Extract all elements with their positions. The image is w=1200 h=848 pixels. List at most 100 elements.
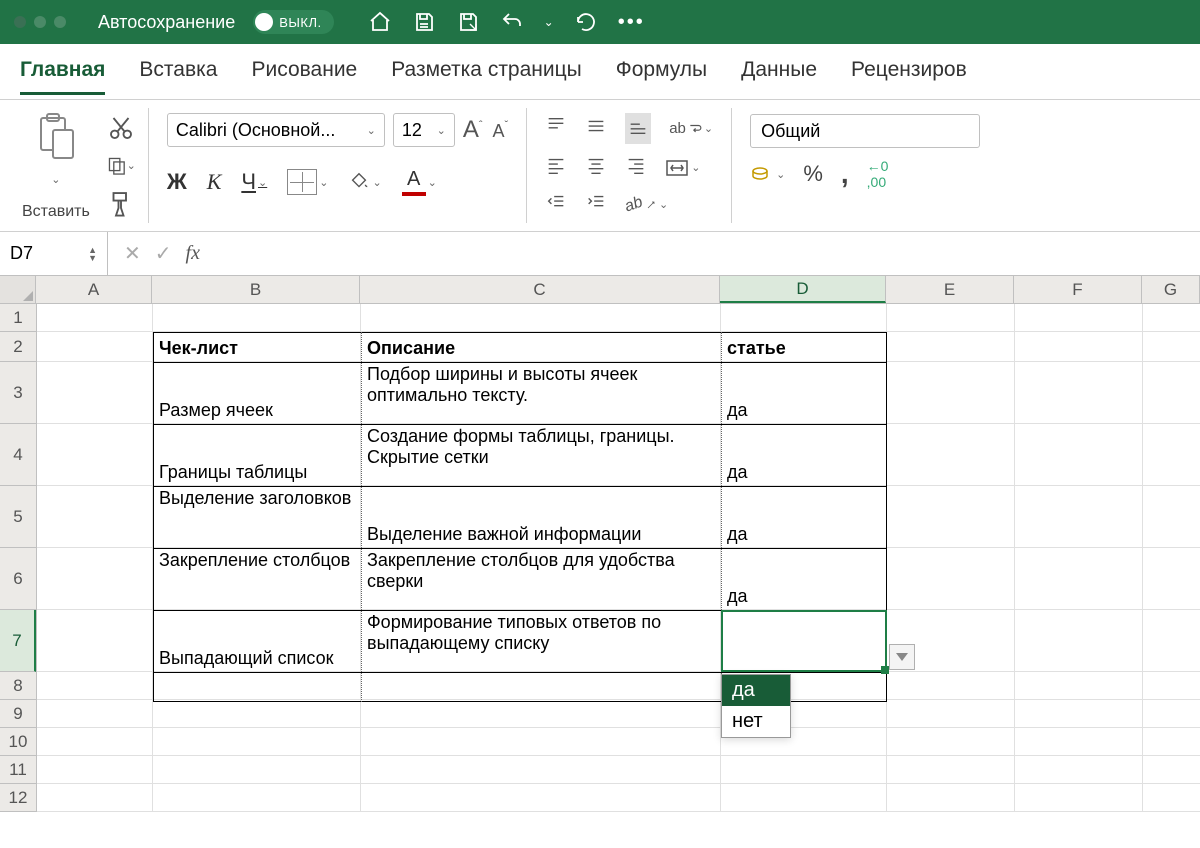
dropdown-option[interactable]: да <box>722 675 790 706</box>
tab-formulas[interactable]: Формулы <box>616 58 707 92</box>
redo-icon[interactable] <box>574 10 598 34</box>
home-icon[interactable] <box>368 10 392 34</box>
cell[interactable] <box>37 548 153 609</box>
align-right-icon[interactable] <box>625 154 647 181</box>
row-header-2[interactable]: 2 <box>0 332 36 362</box>
align-top-icon[interactable] <box>545 115 567 142</box>
cell-dropdown-button[interactable] <box>889 644 915 670</box>
row-header-9[interactable]: 9 <box>0 700 36 728</box>
cell[interactable] <box>887 728 1015 755</box>
format-painter-icon[interactable] <box>106 190 136 216</box>
cell[interactable] <box>361 728 721 755</box>
font-color-button[interactable]: A ⌄ <box>402 168 437 196</box>
cell[interactable] <box>37 332 153 361</box>
cell[interactable] <box>1143 548 1200 609</box>
tab-draw[interactable]: Рисование <box>251 58 357 92</box>
cell[interactable] <box>37 486 153 547</box>
cell[interactable] <box>1015 728 1143 755</box>
row-header-10[interactable]: 10 <box>0 728 36 756</box>
cell[interactable] <box>1143 672 1200 699</box>
cell[interactable] <box>887 362 1015 423</box>
increase-indent-icon[interactable] <box>585 191 607 218</box>
cell[interactable] <box>1015 424 1143 485</box>
fill-handle[interactable] <box>881 666 889 674</box>
col-header-g[interactable]: G <box>1142 276 1200 303</box>
copy-icon[interactable]: ⌄ <box>106 152 136 178</box>
cancel-formula-icon[interactable]: ✕ <box>124 241 141 266</box>
tab-insert[interactable]: Вставка <box>139 58 217 92</box>
fill-color-button[interactable]: ⌄ <box>348 171 381 193</box>
col-header-b[interactable]: B <box>152 276 360 303</box>
cell[interactable] <box>1015 362 1143 423</box>
cell[interactable] <box>1143 700 1200 727</box>
col-header-c[interactable]: C <box>360 276 720 303</box>
tab-review[interactable]: Рецензиров <box>851 58 967 92</box>
increase-decimal-button[interactable]: ←0,00 <box>867 158 889 190</box>
cell[interactable] <box>1015 304 1143 331</box>
cell[interactable] <box>37 728 153 755</box>
italic-button[interactable]: К <box>207 169 222 195</box>
cell[interactable] <box>1015 784 1143 811</box>
cell[interactable] <box>1015 486 1143 547</box>
formula-input[interactable] <box>216 232 1200 275</box>
cell[interactable] <box>153 784 361 811</box>
tab-page-layout[interactable]: Разметка страницы <box>391 58 582 92</box>
row-header-4[interactable]: 4 <box>0 424 36 486</box>
cell[interactable] <box>1143 610 1200 671</box>
cell[interactable] <box>721 304 887 331</box>
cell[interactable] <box>1143 362 1200 423</box>
minimize-window-button[interactable] <box>34 16 46 28</box>
cell[interactable] <box>1143 486 1200 547</box>
col-header-d[interactable]: D <box>720 276 886 303</box>
cell[interactable] <box>361 304 721 331</box>
cell[interactable] <box>887 700 1015 727</box>
more-commands-icon[interactable]: ••• <box>618 11 645 34</box>
cell[interactable] <box>887 756 1015 783</box>
decrease-indent-icon[interactable] <box>545 191 567 218</box>
cell[interactable] <box>1015 548 1143 609</box>
orientation-button[interactable]: ab⌄ <box>625 196 668 214</box>
cell[interactable] <box>153 700 361 727</box>
font-name-select[interactable]: Calibri (Основной...⌄ <box>167 113 385 147</box>
percent-button[interactable]: % <box>803 161 823 187</box>
cell[interactable] <box>37 672 153 699</box>
decrease-font-icon[interactable]: Aˇ <box>493 117 509 143</box>
row-header-5[interactable]: 5 <box>0 486 36 548</box>
cell[interactable] <box>887 424 1015 485</box>
cell[interactable] <box>1143 728 1200 755</box>
currency-button[interactable]: ⌄ <box>750 164 785 184</box>
undo-icon[interactable] <box>500 10 524 34</box>
cell[interactable] <box>721 756 887 783</box>
row-header-7[interactable]: 7 <box>0 610 36 672</box>
save-as-icon[interactable] <box>456 10 480 34</box>
comma-button[interactable]: , <box>841 158 849 190</box>
cells-area[interactable]: Чек-листОписаниеОписано в статье Размер … <box>37 304 1200 812</box>
cell[interactable] <box>153 756 361 783</box>
cell[interactable] <box>887 304 1015 331</box>
dropdown-option[interactable]: нет <box>722 706 790 737</box>
cell[interactable] <box>37 424 153 485</box>
cell[interactable] <box>361 756 721 783</box>
underline-button[interactable]: Ч ⌄ <box>241 169 267 195</box>
cell[interactable] <box>887 486 1015 547</box>
cell[interactable] <box>1143 332 1200 361</box>
cell[interactable] <box>1143 756 1200 783</box>
align-left-icon[interactable] <box>545 154 567 181</box>
row-header-3[interactable]: 3 <box>0 362 36 424</box>
cut-icon[interactable] <box>106 115 136 141</box>
cell[interactable] <box>361 700 721 727</box>
cell[interactable] <box>887 548 1015 609</box>
tab-home[interactable]: Главная <box>20 58 105 95</box>
cell[interactable] <box>1015 610 1143 671</box>
cell[interactable] <box>37 362 153 423</box>
cell[interactable] <box>153 728 361 755</box>
align-middle-icon[interactable] <box>585 115 607 142</box>
save-icon[interactable] <box>412 10 436 34</box>
col-header-a[interactable]: A <box>36 276 152 303</box>
col-header-e[interactable]: E <box>886 276 1014 303</box>
cell[interactable] <box>1015 672 1143 699</box>
tab-data[interactable]: Данные <box>741 58 817 92</box>
increase-font-icon[interactable]: Aˆ <box>463 116 483 144</box>
select-all-corner[interactable] <box>0 276 36 303</box>
cell[interactable] <box>37 784 153 811</box>
